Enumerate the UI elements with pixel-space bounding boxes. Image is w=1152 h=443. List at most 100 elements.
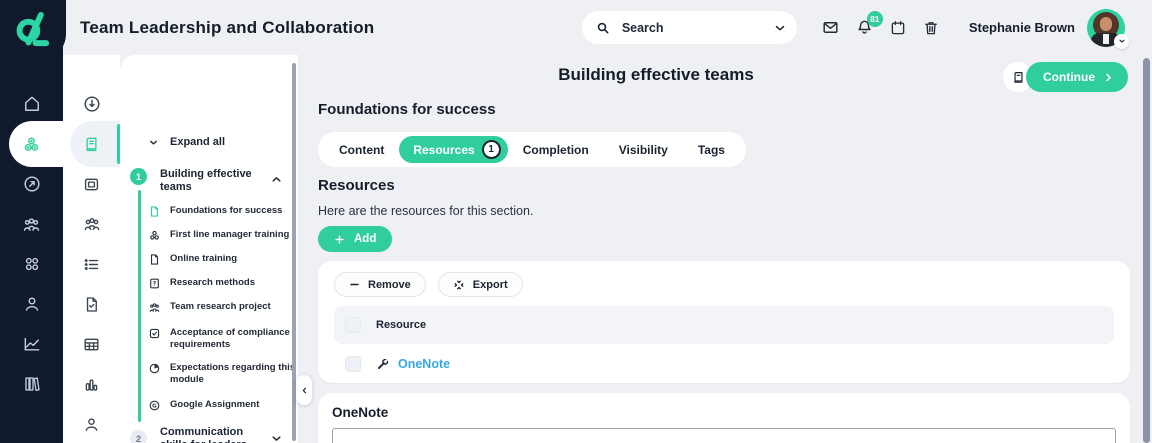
tab-content[interactable]: Content [324, 136, 399, 163]
tree-item-expectations[interactable]: Expectations regarding this module [148, 362, 296, 385]
subnav-item-people[interactable] [63, 204, 120, 244]
plus-icon [334, 234, 345, 245]
subnav-item-members[interactable] [63, 404, 120, 443]
tree-item-google-assignment[interactable]: G Google Assignment [148, 399, 296, 412]
sidebar-item-modules[interactable] [0, 121, 63, 167]
modules-cluster-icon [21, 134, 42, 155]
add-resource-button[interactable]: Add [318, 226, 393, 252]
tab-completion[interactable]: Completion [508, 136, 604, 163]
select-all-checkbox[interactable] [345, 317, 361, 333]
section-heading: Foundations for success [318, 101, 496, 118]
search-input[interactable] [619, 19, 773, 36]
avatar-chevron-down-icon[interactable] [1114, 33, 1129, 49]
expand-all-button[interactable]: Expand all [148, 136, 225, 148]
sidebar-item-progress[interactable] [0, 164, 63, 204]
tree-item-research-methods[interactable]: ? Research methods [148, 277, 296, 290]
subnav-item-reports[interactable] [63, 364, 120, 404]
tree-item-label: Acceptance of compliance requirements [170, 327, 290, 350]
resources-description: Here are the resources for this section. [318, 204, 534, 218]
home-icon [22, 94, 42, 114]
resource-link[interactable]: OneNote [398, 357, 450, 371]
trash-icon[interactable] [922, 19, 940, 37]
remove-button[interactable]: Remove [334, 272, 426, 297]
section-title[interactable]: Communication skills for leaders [160, 426, 268, 443]
subnav-item-history[interactable] [63, 84, 120, 124]
row-checkbox[interactable] [345, 356, 361, 372]
panel-collapse-button[interactable] [296, 375, 312, 405]
profile-icon [22, 294, 42, 314]
subnav-item-media[interactable] [63, 164, 120, 204]
notification-badge: 81 [866, 11, 883, 27]
chevron-down-icon[interactable] [773, 21, 787, 35]
sidebar-item-home[interactable] [0, 84, 63, 124]
progress-compass-icon [22, 174, 42, 194]
tree-item-label: Online training [170, 253, 238, 264]
bar-chart-icon [82, 375, 101, 394]
chevron-down-icon [148, 137, 159, 148]
tree-item-label: Google Assignment [170, 399, 260, 410]
tree-item-label: Expectations regarding this module [170, 362, 296, 385]
search-icon [595, 20, 611, 36]
mail-icon[interactable] [821, 18, 840, 37]
section-title[interactable]: Building effective teams [160, 168, 268, 194]
subnav-item-outline[interactable] [63, 244, 120, 284]
cluster-icon [148, 229, 161, 242]
chevron-right-icon [1103, 72, 1114, 83]
tab-visibility[interactable]: Visibility [604, 136, 683, 163]
chevron-up-icon[interactable] [270, 173, 283, 186]
table-row: OneNote [334, 344, 1114, 384]
sidebar-item-groups[interactable] [0, 204, 63, 244]
sidebar-item-analytics[interactable] [0, 324, 63, 364]
page-title: Building effective teams [558, 65, 754, 84]
detail-heading: OneNote [332, 405, 389, 420]
tree-item-label: Foundations for success [170, 205, 283, 216]
library-icon [22, 374, 42, 394]
wrench-icon [375, 357, 390, 372]
book-icon [82, 135, 101, 154]
sidebar-item-apps[interactable] [0, 244, 63, 284]
sidebar-item-profile[interactable] [0, 284, 63, 324]
user-icon [82, 415, 101, 434]
sidebar-item-library[interactable] [0, 364, 63, 404]
subnav-item-content[interactable] [63, 121, 120, 167]
app-title: Team Leadership and Collaboration [80, 17, 375, 37]
tree-item-online-training[interactable]: Online training [148, 253, 296, 266]
bell-icon[interactable]: 81 [855, 11, 883, 37]
tree-item-compliance[interactable]: Acceptance of compliance requirements [148, 327, 296, 350]
app-logo[interactable] [0, 0, 66, 60]
tree-item-label: Research methods [170, 277, 256, 288]
resources-table-card: Remove Export Resource OneNote [318, 261, 1130, 383]
calendar-icon[interactable] [889, 19, 907, 37]
avatar[interactable] [1087, 8, 1129, 49]
team-icon [148, 301, 161, 314]
section-number[interactable]: 1 [130, 168, 147, 185]
continue-button[interactable]: Continue [1026, 62, 1128, 92]
team-icon [82, 214, 102, 234]
export-arrows-icon [453, 279, 465, 291]
tab-bar: Content Resources 1 Completion Visibilit… [318, 132, 746, 167]
resources-heading: Resources [318, 177, 395, 194]
google-icon: G [148, 399, 161, 412]
page-scrollbar[interactable] [1143, 58, 1150, 443]
chevron-down-icon[interactable] [270, 432, 283, 443]
tree-item-team-research[interactable]: Team research project [148, 301, 296, 314]
minus-icon [349, 279, 360, 290]
export-button[interactable]: Export [437, 272, 523, 297]
document-icon [148, 253, 161, 266]
tree-item-first-line[interactable]: First line manager training [148, 229, 296, 242]
section-number[interactable]: 2 [130, 430, 147, 443]
resource-detail-card: OneNote [318, 393, 1130, 443]
active-indicator [117, 124, 120, 164]
svg-text:?: ? [153, 281, 157, 288]
tab-resources[interactable]: Resources 1 [399, 136, 508, 163]
subnav-item-assignments[interactable] [63, 284, 120, 324]
search-box[interactable] [581, 11, 797, 44]
detail-name-input[interactable] [332, 428, 1116, 443]
tab-tags[interactable]: Tags [683, 136, 740, 163]
tab-resources-label: Resources [413, 142, 475, 157]
subnav-item-tables[interactable] [63, 324, 120, 364]
checkbox-check-icon [148, 327, 161, 340]
tree-item-foundations[interactable]: Foundations for success [148, 205, 296, 218]
add-label: Add [354, 233, 377, 245]
remove-label: Remove [368, 278, 411, 291]
